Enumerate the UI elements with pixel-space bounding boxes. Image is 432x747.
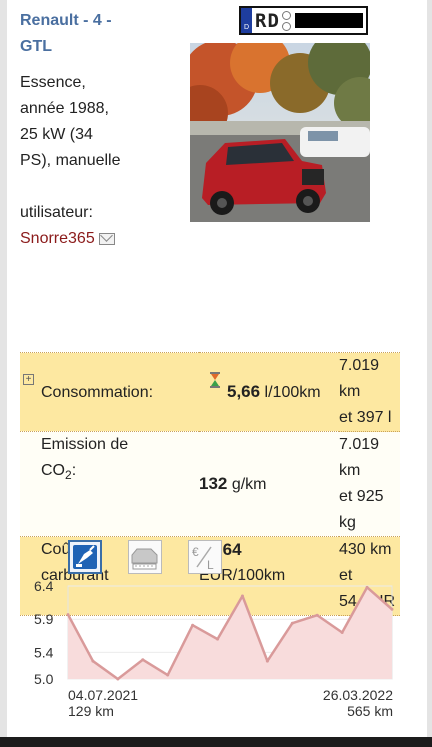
emission-value-cell: 132 g/km xyxy=(199,432,339,537)
right-edge xyxy=(427,0,432,747)
expand-icon[interactable]: + xyxy=(23,374,34,385)
y-tick-label: 5.9 xyxy=(34,611,54,627)
consumption-unit: l/100km xyxy=(264,383,321,401)
consumption-label: Consommation: xyxy=(41,384,154,401)
bottom-navigation-bar xyxy=(0,737,432,747)
consumption-value: 5,66 xyxy=(227,381,261,401)
consumption-point xyxy=(365,585,369,589)
euro-symbol: € xyxy=(192,545,199,559)
consumption-point xyxy=(265,659,269,663)
message-icon[interactable] xyxy=(98,232,115,245)
emission-unit: g/km xyxy=(231,475,267,493)
consumption-total-distance: 7.019 km xyxy=(339,357,380,400)
chart-end-date: 26.03.2022 xyxy=(322,687,393,703)
plate-country-code: D xyxy=(243,24,250,31)
consumption-point xyxy=(166,673,170,677)
emission-label-cell: Emission de CO2: xyxy=(20,432,199,537)
consumption-label-cell: + Consommation: xyxy=(20,353,199,432)
eu-flag-icon: D xyxy=(241,8,252,33)
emission-row: Emission de CO2: 132 g/km 7.019 km et 92… xyxy=(20,431,400,537)
chart-start-km: 129 km xyxy=(68,703,114,719)
fuel-consumption-tab[interactable] xyxy=(68,540,102,574)
user-row: Snorre365 xyxy=(20,226,115,252)
vehicle-title[interactable]: Renault - 4 - GTL xyxy=(20,8,140,60)
emission-total-cell: 7.019 km et 925 kg xyxy=(339,432,400,537)
y-tick-label: 5.4 xyxy=(34,644,54,660)
consumption-point xyxy=(390,607,394,611)
emission-label-line1: Emission de xyxy=(41,436,129,453)
vehicle-year: année 1988, xyxy=(20,100,109,117)
consumption-total-volume: et 397 l xyxy=(339,409,392,426)
consumption-row[interactable]: + Consommation: 5,66 l/100km 7.019 km et… xyxy=(20,352,400,432)
user-name-link[interactable]: Snorre365 xyxy=(20,230,95,247)
consumption-point xyxy=(216,637,220,641)
chart-start-date: 04.07.2021 xyxy=(68,687,139,703)
cost-label-line1: Coût en xyxy=(41,541,97,558)
vehicle-photo[interactable] xyxy=(190,43,370,222)
consumption-total-cell: 7.019 km et 397 l xyxy=(339,353,400,432)
consumption-point xyxy=(340,631,344,634)
consumption-point xyxy=(290,621,294,625)
fuel-pump-icon xyxy=(73,545,97,569)
left-edge xyxy=(0,0,7,747)
chart-end-label: 26.03.2022 565 km xyxy=(313,687,393,719)
chart-start-label: 04.07.2021 129 km xyxy=(68,687,138,719)
user-label: utilisateur: xyxy=(20,204,93,221)
plate-seals-icon xyxy=(281,10,291,32)
emission-value: 132 xyxy=(199,473,228,493)
consumption-value-cell: 5,66 l/100km xyxy=(199,353,339,432)
vehicle-description: Essence, année 1988, 25 kW (34 PS), manu… xyxy=(20,70,160,174)
license-plate: D RD xyxy=(239,6,368,35)
emission-label-co: CO xyxy=(41,462,65,479)
vehicle-title-line1[interactable]: Renault - 4 - xyxy=(20,8,140,34)
y-tick-label: 5.0 xyxy=(34,671,54,687)
hourglass-icon xyxy=(210,372,220,388)
emission-label-colon: : xyxy=(71,462,77,479)
y-tick-label: 6.4 xyxy=(34,578,54,594)
consumption-point xyxy=(240,594,244,598)
consumption-point xyxy=(116,677,120,681)
consumption-point xyxy=(66,613,70,617)
vehicle-power: 25 kW (34 xyxy=(20,126,93,143)
vehicle-fuel-type: Essence, xyxy=(20,74,86,91)
euro-per-liter-icon: € L xyxy=(192,545,214,572)
consumption-point xyxy=(141,658,145,662)
cost-per-liter-tab[interactable]: € L xyxy=(188,540,222,574)
plate-city-code: RD xyxy=(255,9,280,32)
chart-end-km: 565 km xyxy=(347,703,393,719)
plate-redaction xyxy=(294,13,363,28)
consumption-point xyxy=(315,613,319,617)
consumption-chart: 6.4 5.9 5.4 5.0 xyxy=(34,578,394,687)
emission-total-mass: et 925 kg xyxy=(339,488,384,531)
consumption-point xyxy=(91,659,95,663)
vehicle-power-gearbox: PS), manuelle xyxy=(20,152,121,169)
emission-total-distance: 7.019 km xyxy=(339,436,380,479)
emission-label-sub: 2 xyxy=(65,468,72,483)
car-tab[interactable] xyxy=(128,540,162,574)
car-icon xyxy=(131,548,158,570)
consumption-point xyxy=(191,623,195,627)
liter-symbol: L xyxy=(207,558,214,572)
vehicle-title-line2[interactable]: GTL xyxy=(20,34,140,60)
